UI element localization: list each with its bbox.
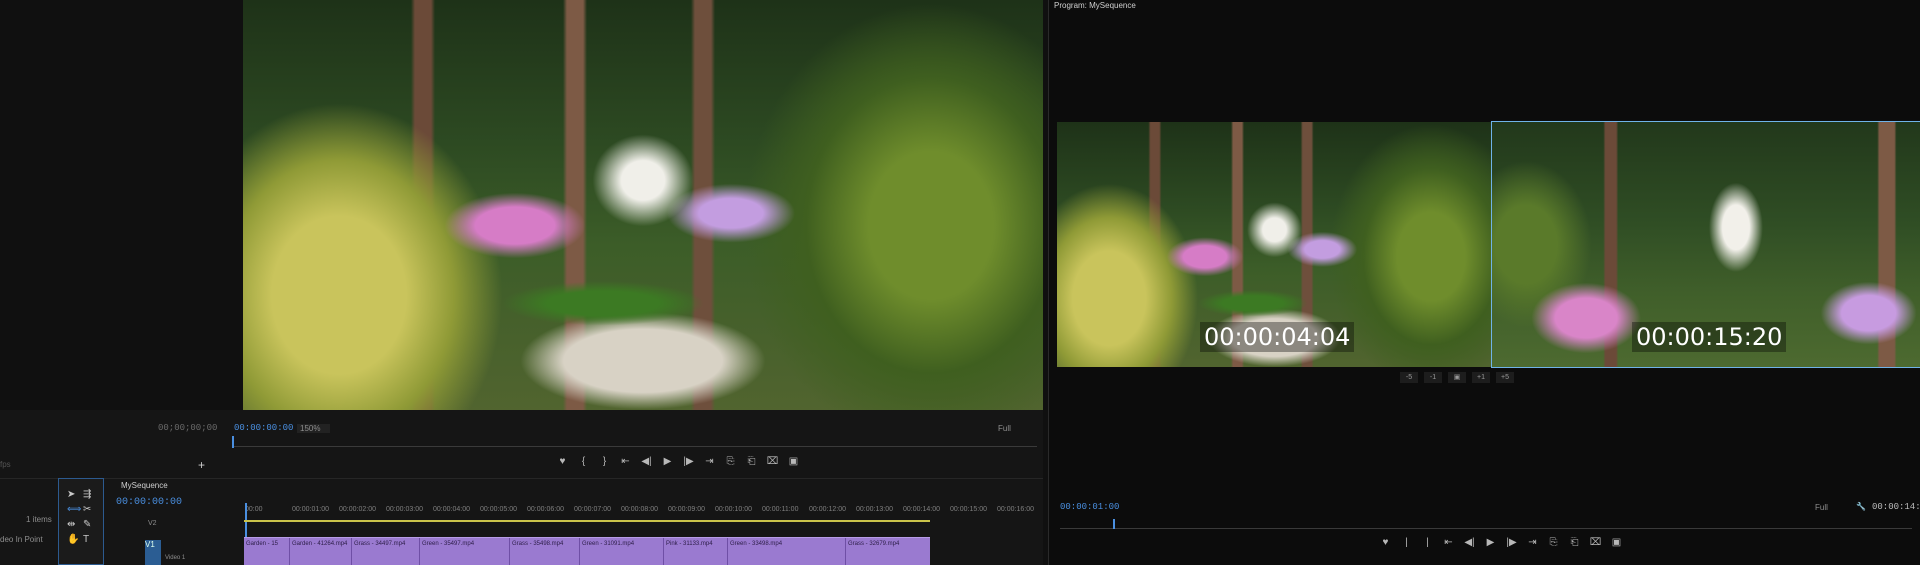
- trim-controls: -5 -1 ▣ +1 +5: [1400, 372, 1514, 383]
- timeline-clip[interactable]: Green - 31091.mp4: [580, 538, 664, 565]
- program-transport: ♥ | | ⇤ ◀| ▶ |▶ ⇥ ⎘ ⎗ ⌧ ▣: [1375, 537, 1627, 548]
- overwrite-button[interactable]: ⎗: [741, 456, 762, 467]
- ruler-tick: 00:00:16:00: [997, 506, 1034, 513]
- mark-out-button[interactable]: |: [1417, 537, 1438, 548]
- outgoing-timecode-overlay: 00:00:04:04: [1200, 322, 1355, 352]
- ripple-edit-icon[interactable]: ⟺: [67, 504, 81, 515]
- mark-in-button[interactable]: {: [573, 456, 594, 467]
- pen-tool-icon[interactable]: ✎: [83, 519, 91, 530]
- new-item-button[interactable]: +: [198, 458, 205, 472]
- ruler-tick: 00:00:12:00: [809, 506, 846, 513]
- extract-button[interactable]: ⎗: [1564, 537, 1585, 548]
- program-monitor-title[interactable]: Program: MySequence: [1054, 1, 1136, 10]
- program-quality-select[interactable]: Full: [1815, 503, 1828, 512]
- ruler-tick: 00:00:07:00: [574, 506, 611, 513]
- ruler-tick: 00:00:03:00: [386, 506, 423, 513]
- trim-back-5-button[interactable]: -5: [1400, 372, 1418, 383]
- items-count: 1 items: [26, 515, 52, 524]
- lift-button[interactable]: ⎘: [1543, 537, 1564, 548]
- source-transport: ♥ { } ⇤ ◀| ▶ |▶ ⇥ ⎘ ⎗ ⌧ ▣: [552, 456, 804, 467]
- ruler-tick: 00:00:11:00: [762, 506, 799, 513]
- program-timecode-current[interactable]: 00:00:01:00: [1060, 502, 1119, 512]
- ruler-tick: 00:00:01:00: [292, 506, 329, 513]
- work-area-bar[interactable]: [244, 520, 930, 522]
- source-timecode-left: 00;00;00;00: [158, 423, 218, 433]
- ruler-tick: 00:00:10:00: [715, 506, 752, 513]
- source-monitor-image: [243, 0, 1043, 410]
- track-video1-label: Video 1: [165, 555, 186, 561]
- export-frame-button[interactable]: ⌧: [762, 456, 783, 467]
- comparison-view-button[interactable]: ▣: [1606, 537, 1627, 548]
- add-marker-button[interactable]: ♥: [552, 456, 573, 467]
- fps-label: fps: [0, 460, 11, 469]
- timeline-clip[interactable]: Pink - 31133.mp4: [664, 538, 728, 565]
- ruler-tick: 00:00:13:00: [856, 506, 893, 513]
- ruler-tick: 00:00:08:00: [621, 506, 658, 513]
- source-playhead[interactable]: [232, 436, 234, 448]
- trim-forward-5-button[interactable]: +5: [1496, 372, 1514, 383]
- hand-tool-icon[interactable]: ✋: [67, 534, 79, 545]
- step-back-button[interactable]: ◀|: [636, 456, 657, 467]
- trim-back-1-button[interactable]: -1: [1424, 372, 1442, 383]
- in-point-label: deo In Point: [0, 535, 43, 544]
- wrench-icon[interactable]: 🔧: [1856, 502, 1866, 511]
- insert-button[interactable]: ⎘: [720, 456, 741, 467]
- source-quality-select[interactable]: Full: [998, 424, 1011, 433]
- track-v2-label: V2: [148, 520, 157, 527]
- ruler-tick: 00:00:06:00: [527, 506, 564, 513]
- ruler-tick: 00:00:09:00: [668, 506, 705, 513]
- source-controls-bar: [0, 410, 1043, 480]
- apply-transition-button[interactable]: ▣: [1448, 372, 1466, 383]
- track-select-icon[interactable]: ⇶: [83, 489, 91, 500]
- source-timecode-current[interactable]: 00:00:00:00: [234, 423, 293, 433]
- export-frame-button[interactable]: ⌧: [1585, 537, 1606, 548]
- incoming-timecode-overlay: 00:00:15:20: [1632, 322, 1787, 352]
- program-ruler[interactable]: [1060, 528, 1912, 529]
- ruler-tick: 00:00:15:00: [950, 506, 987, 513]
- go-to-in-button[interactable]: ⇤: [1438, 537, 1459, 548]
- go-to-out-button[interactable]: ⇥: [699, 456, 720, 467]
- go-to-out-button[interactable]: ⇥: [1522, 537, 1543, 548]
- ruler-tick: 00:00:05:00: [480, 506, 517, 513]
- timeline-clip[interactable]: Grass - 35498.mp4: [510, 538, 580, 565]
- sequence-tab[interactable]: MySequence: [121, 481, 168, 490]
- timeline-clip[interactable]: Green - 33498.mp4: [728, 538, 846, 565]
- ruler-tick: 00:00:04:00: [433, 506, 470, 513]
- tools-panel: ➤ ⇶ ⟺ ✂ ⇹ ✎ ✋ T: [58, 478, 104, 565]
- sequence-timecode[interactable]: 00:00:00:00: [116, 497, 182, 508]
- ruler-tick: 00:00:14:00: [903, 506, 940, 513]
- go-to-in-button[interactable]: ⇤: [615, 456, 636, 467]
- slip-tool-icon[interactable]: ⇹: [67, 519, 75, 530]
- program-timecode-total: 00:00:14:22: [1872, 502, 1920, 512]
- ruler-tick: 00:00:02:00: [339, 506, 376, 513]
- settings-button[interactable]: ▣: [783, 456, 804, 467]
- type-tool-icon[interactable]: T: [83, 534, 89, 545]
- video-track-1: Garden - 15 Garden - 41264.mp4 Grass - 3…: [244, 537, 930, 565]
- timeline-clip[interactable]: Garden - 41264.mp4: [290, 538, 352, 565]
- timeline-ruler[interactable]: 00:00 00:00:01:00 00:00:02:00 00:00:03:00 00…: [245, 506, 1034, 516]
- trim-forward-1-button[interactable]: +1: [1472, 372, 1490, 383]
- mark-out-button[interactable]: }: [594, 456, 615, 467]
- timeline-clip[interactable]: Green - 35497.mp4: [420, 538, 510, 565]
- razor-tool-icon[interactable]: ✂: [83, 504, 91, 515]
- add-marker-button[interactable]: ♥: [1375, 537, 1396, 548]
- selection-tool-icon[interactable]: ➤: [67, 489, 75, 500]
- step-forward-button[interactable]: |▶: [1501, 537, 1522, 548]
- ruler-tick: 00:00: [245, 506, 263, 513]
- play-button[interactable]: ▶: [1480, 537, 1501, 548]
- play-button[interactable]: ▶: [657, 456, 678, 467]
- step-forward-button[interactable]: |▶: [678, 456, 699, 467]
- step-back-button[interactable]: ◀|: [1459, 537, 1480, 548]
- track-v1-target[interactable]: V1: [145, 540, 161, 565]
- timeline-clip[interactable]: Garden - 15: [244, 538, 290, 565]
- source-zoom-select[interactable]: 150%: [297, 424, 331, 433]
- timeline-clip[interactable]: Grass - 32679.mp4: [846, 538, 930, 565]
- program-playhead[interactable]: [1113, 519, 1115, 529]
- timeline-clip[interactable]: Grass - 34497.mp4: [352, 538, 420, 565]
- source-ruler[interactable]: [232, 446, 1037, 447]
- mark-in-button[interactable]: |: [1396, 537, 1417, 548]
